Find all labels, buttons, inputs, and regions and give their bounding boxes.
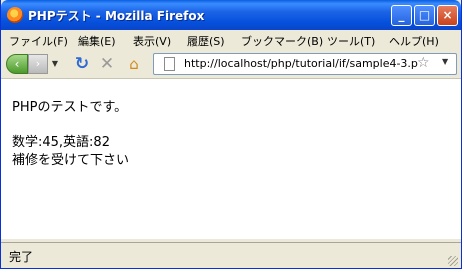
menu-help[interactable]: ヘルプ(H) <box>389 33 439 49</box>
maximize-button[interactable]: □ <box>414 5 435 26</box>
page-text-message: 補修を受けて下さい <box>12 153 130 168</box>
menu-edit[interactable]: 編集(E) <box>78 33 116 49</box>
home-icon[interactable]: ⌂ <box>125 54 143 74</box>
menu-bookmarks[interactable]: ブックマーク(B) <box>241 33 323 49</box>
browser-window: PHPテスト - Mozilla Firefox _ □ × ファイル(F) 編… <box>0 0 462 269</box>
status-text: 完了 <box>9 250 34 264</box>
url-dropdown-icon[interactable]: ▼ <box>442 57 448 66</box>
stop-icon[interactable]: ✕ <box>98 54 116 74</box>
page-content: PHPのテストです。 数学:45,英語:82 補修を受けて下さい <box>1 79 461 239</box>
page-text-scores: 数学:45,英語:82 <box>12 135 110 150</box>
page-text-intro: PHPのテストです。 <box>12 100 128 115</box>
minimize-button[interactable]: _ <box>391 5 412 26</box>
url-input[interactable]: http://localhost/php/tutorial/if/sample4… <box>184 57 418 70</box>
menu-history[interactable]: 履歴(S) <box>187 33 225 49</box>
window-title: PHPテスト - Mozilla Firefox <box>28 9 205 23</box>
page-icon <box>164 57 175 71</box>
firefox-logo-icon <box>7 7 23 23</box>
history-dropdown-button[interactable]: ▼ <box>49 54 61 74</box>
forward-button[interactable]: › <box>28 54 48 74</box>
bookmark-star-icon[interactable]: ☆ <box>417 55 430 71</box>
menu-view[interactable]: 表示(V) <box>133 33 171 49</box>
reload-icon[interactable]: ↻ <box>73 54 91 74</box>
title-bar[interactable]: PHPテスト - Mozilla Firefox _ □ × <box>1 0 461 30</box>
status-bar: 完了 <box>1 242 461 268</box>
address-bar[interactable]: http://localhost/php/tutorial/if/sample4… <box>153 53 457 75</box>
resize-grip-icon[interactable] <box>448 256 458 266</box>
navigation-toolbar: ‹ › ▼ ↻ ✕ ⌂ http://localhost/php/tutoria… <box>1 50 461 79</box>
menu-bar: ファイル(F) 編集(E) 表示(V) 履歴(S) ブックマーク(B) ツール(… <box>1 30 461 50</box>
back-button[interactable]: ‹ <box>6 54 28 74</box>
menu-tools[interactable]: ツール(T) <box>327 33 375 49</box>
close-button[interactable]: × <box>437 5 458 26</box>
menu-file[interactable]: ファイル(F) <box>9 33 68 49</box>
